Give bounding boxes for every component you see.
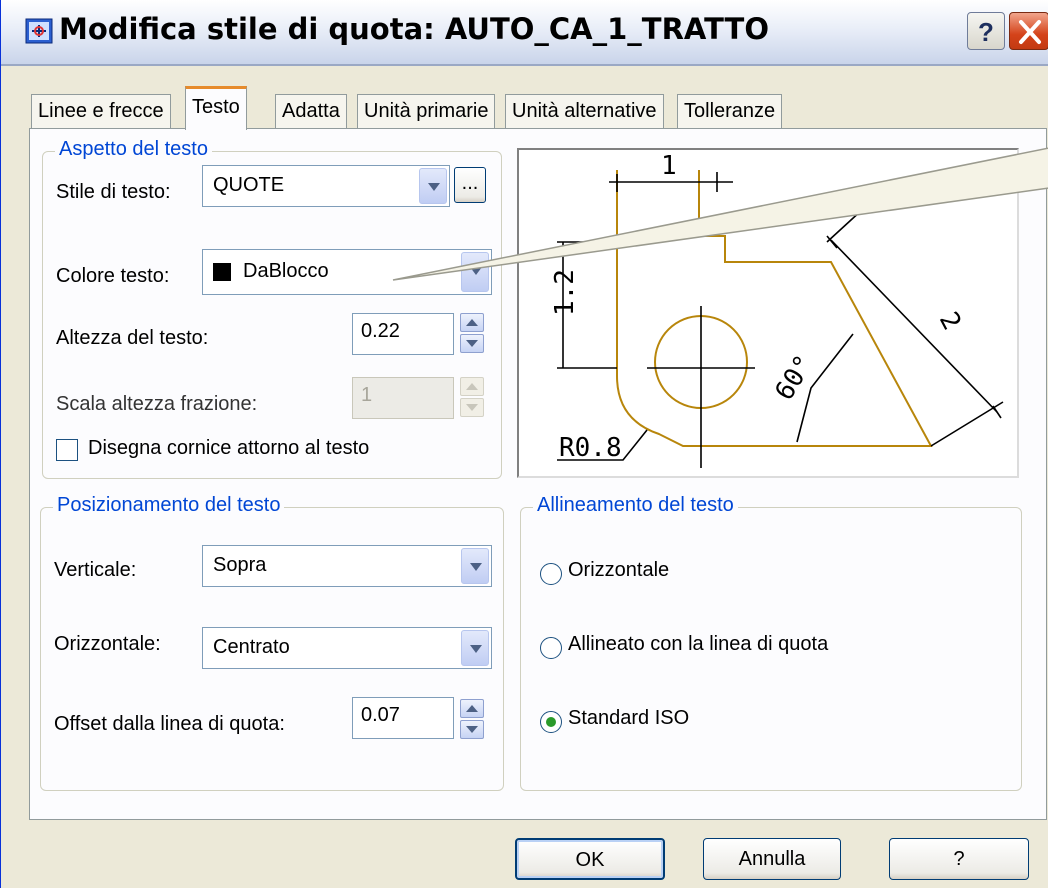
cancel-button[interactable]: Annulla: [703, 838, 841, 880]
ok-button[interactable]: OK: [515, 838, 665, 880]
callout-pointer: [392, 147, 1048, 281]
dialog-window: Modifica stile di quota: AUTO_CA_1_TRATT…: [0, 0, 1048, 888]
tab-testo[interactable]: Testo: [185, 86, 247, 130]
help-button[interactable]: ?: [889, 838, 1029, 880]
